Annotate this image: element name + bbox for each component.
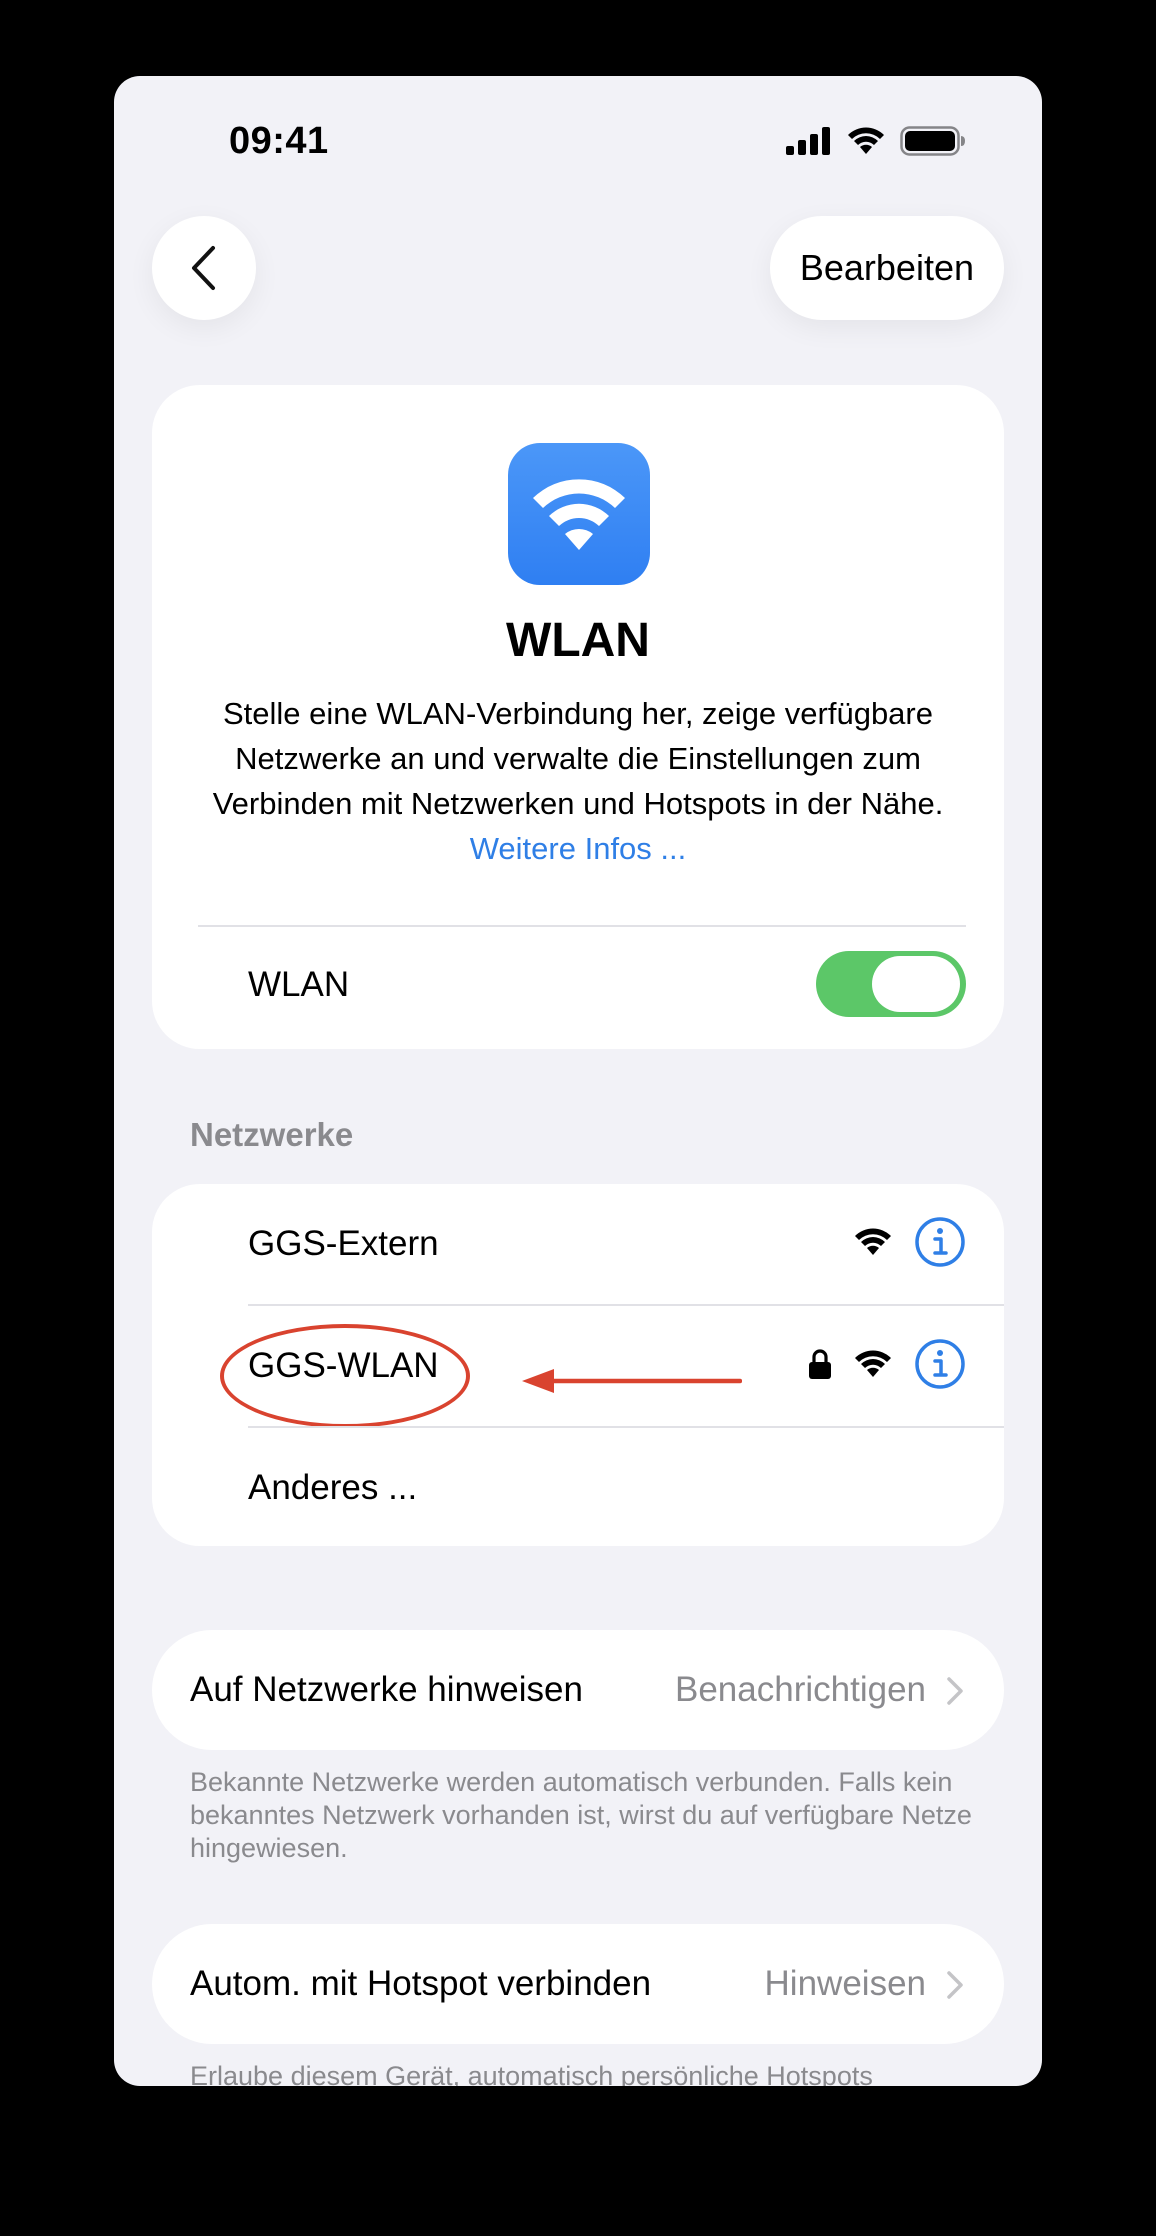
network-row-other[interactable]: Anderes ... xyxy=(152,1428,1004,1548)
setting-label: Autom. mit Hotspot verbinden xyxy=(190,1964,652,2003)
wifi-signal-icon xyxy=(855,1228,891,1255)
auto-hotspot-footnote: Erlaube diesem Gerät, automatisch persön… xyxy=(190,2061,873,2086)
divider xyxy=(198,925,966,927)
description-text: Stelle eine WLAN-Verbindung her, zeige v… xyxy=(212,696,944,821)
network-icons xyxy=(808,1338,966,1390)
ask-to-join-row[interactable]: Auf Netzwerke hinweisen Benachrichtigen xyxy=(152,1630,1004,1750)
auto-hotspot-row[interactable]: Autom. mit Hotspot verbinden Hinweisen xyxy=(152,1924,1004,2044)
network-icons xyxy=(854,1216,966,1268)
network-name: GGS-WLAN xyxy=(248,1346,439,1385)
setting-value: Benachrichtigen xyxy=(675,1670,926,1709)
network-row-ggs-extern[interactable]: GGS-Extern xyxy=(152,1184,1004,1304)
wlan-header-card: WLAN Stelle eine WLAN-Verbindung her, ze… xyxy=(152,385,1004,1049)
chevron-right-icon xyxy=(947,1677,963,1705)
chevron-right-icon xyxy=(947,1971,963,1999)
networks-section-title: Netzwerke xyxy=(190,1116,354,1153)
edit-button[interactable]: Bearbeiten xyxy=(769,216,1004,320)
other-network-label: Anderes ... xyxy=(248,1468,418,1507)
phone-screen: 09:41 Bearbeiten WLAN Stelle eine WLAN-V… xyxy=(114,76,1042,2086)
annotation-arrow xyxy=(522,1369,742,1393)
chevron-left-icon xyxy=(192,246,215,290)
toggle-knob xyxy=(872,956,960,1012)
wlan-toggle[interactable] xyxy=(816,951,966,1017)
back-button[interactable] xyxy=(152,216,256,320)
network-row-ggs-wlan[interactable]: GGS-WLAN xyxy=(152,1306,1004,1428)
wlan-toggle-label: WLAN xyxy=(248,965,350,1004)
status-time: 09:41 xyxy=(229,120,329,162)
battery-icon xyxy=(900,126,965,156)
wifi-signal-icon xyxy=(855,1350,891,1377)
page-title: WLAN xyxy=(506,614,650,667)
setting-label: Auf Netzwerke hinweisen xyxy=(190,1670,583,1709)
wlan-app-icon xyxy=(508,443,650,585)
info-icon[interactable] xyxy=(914,1216,966,1268)
ask-to-join-footnote: Bekannte Netzwerke werden automatisch ve… xyxy=(190,1767,972,1863)
network-name: GGS-Extern xyxy=(248,1224,439,1263)
cellular-signal-icon xyxy=(786,127,830,155)
lock-icon xyxy=(809,1349,831,1379)
more-info-link[interactable]: Weitere Infos ... xyxy=(470,831,687,866)
setting-value: Hinweisen xyxy=(764,1964,926,2003)
wifi-status-icon xyxy=(848,127,884,154)
wlan-description: Stelle eine WLAN-Verbindung her, zeige v… xyxy=(192,691,964,871)
info-icon[interactable] xyxy=(914,1338,966,1390)
status-icons xyxy=(786,126,966,156)
wifi-icon xyxy=(533,479,625,550)
networks-list: GGS-Extern GGS-WLAN Anderes ... xyxy=(152,1184,1004,1546)
